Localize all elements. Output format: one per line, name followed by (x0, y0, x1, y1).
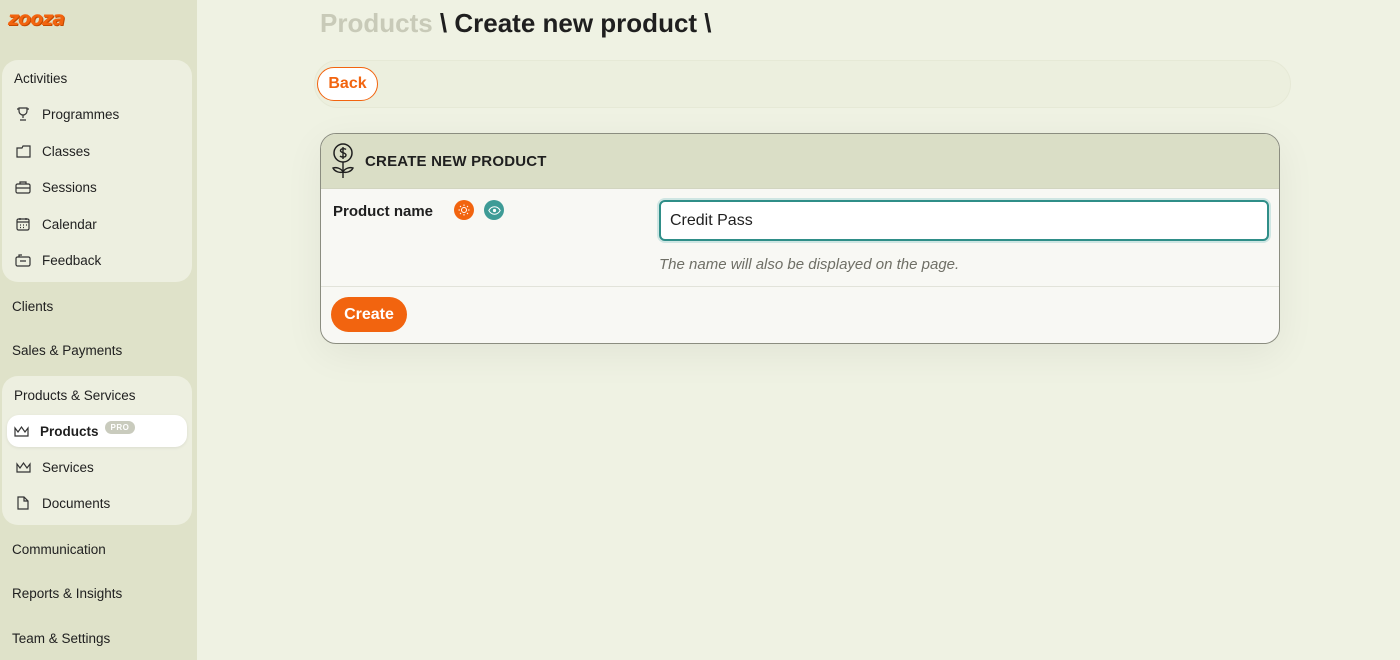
sidebar-item-label: Calendar (42, 216, 97, 232)
sidebar-item-sessions[interactable]: Sessions (9, 171, 189, 203)
activities-group: Activities Programmes Classes Sessions C… (2, 60, 192, 282)
folder-icon (14, 142, 32, 160)
card-header: CREATE NEW PRODUCT (321, 134, 1279, 189)
card-title: CREATE NEW PRODUCT (365, 152, 547, 170)
section-activities[interactable]: Activities (14, 71, 67, 86)
sidebar-item-services[interactable]: Services (9, 451, 189, 483)
sidebar-item-communication[interactable]: Communication (12, 542, 106, 557)
product-name-row: Product name The name will also be displ… (321, 189, 1279, 287)
product-name-helper: The name will also be displayed on the p… (659, 256, 960, 273)
sidebar-item-label: Programmes (42, 106, 120, 122)
breadcrumb-separator: \ (432, 8, 455, 38)
sidebar: zooza Activities Programmes Classes Sess… (0, 0, 197, 660)
logo[interactable]: zooza (8, 6, 65, 32)
sidebar-item-team-settings[interactable]: Team & Settings (12, 631, 110, 646)
sidebar-item-label: Feedback (42, 252, 102, 268)
logo-text: zooza (8, 8, 65, 30)
sidebar-item-programmes[interactable]: Programmes (9, 98, 189, 130)
create-button[interactable]: Create (331, 297, 407, 332)
product-name-label: Product name (333, 203, 434, 220)
crown-icon (12, 422, 30, 440)
sidebar-item-clients[interactable]: Clients (12, 299, 53, 314)
back-button[interactable]: Back (317, 67, 378, 101)
calendar-icon (14, 215, 32, 233)
document-icon (14, 494, 32, 512)
sidebar-item-label: Sessions (42, 179, 97, 195)
sun-icon[interactable] (454, 200, 474, 220)
sidebar-item-classes[interactable]: Classes (9, 135, 189, 167)
page-title: Create new product (454, 8, 698, 38)
sidebar-item-documents[interactable]: Documents (9, 487, 189, 519)
breadcrumb-products-link[interactable]: Products (320, 8, 433, 38)
breadcrumb: Products \ Create new product \ (320, 8, 712, 39)
feedback-icon (14, 251, 32, 269)
eye-icon[interactable] (484, 200, 504, 220)
sidebar-item-reports-insights[interactable]: Reports & Insights (12, 586, 122, 601)
money-flower-icon (330, 143, 356, 179)
product-name-input[interactable] (659, 200, 1269, 241)
sidebar-item-label: Services (42, 459, 94, 475)
sidebar-item-label: Products (40, 423, 99, 439)
sidebar-item-label: Documents (42, 495, 111, 511)
briefcase-icon (14, 178, 32, 196)
products-group: Products & Services Products PRO Service… (2, 376, 192, 525)
toolbar: Back (314, 60, 1291, 108)
trophy-icon (14, 105, 32, 123)
sidebar-item-calendar[interactable]: Calendar (9, 208, 189, 240)
section-products-services[interactable]: Products & Services (14, 388, 136, 403)
pro-badge: PRO (104, 420, 136, 434)
sidebar-item-feedback[interactable]: Feedback (9, 244, 189, 276)
crown-icon (14, 458, 32, 476)
create-product-card: CREATE NEW PRODUCT Product name The name… (320, 133, 1280, 344)
sidebar-item-sales-payments[interactable]: Sales & Payments (12, 343, 122, 358)
sidebar-item-products[interactable]: Products PRO (7, 415, 187, 447)
sidebar-item-label: Classes (42, 143, 91, 159)
breadcrumb-separator-trailing: \ (697, 8, 712, 38)
